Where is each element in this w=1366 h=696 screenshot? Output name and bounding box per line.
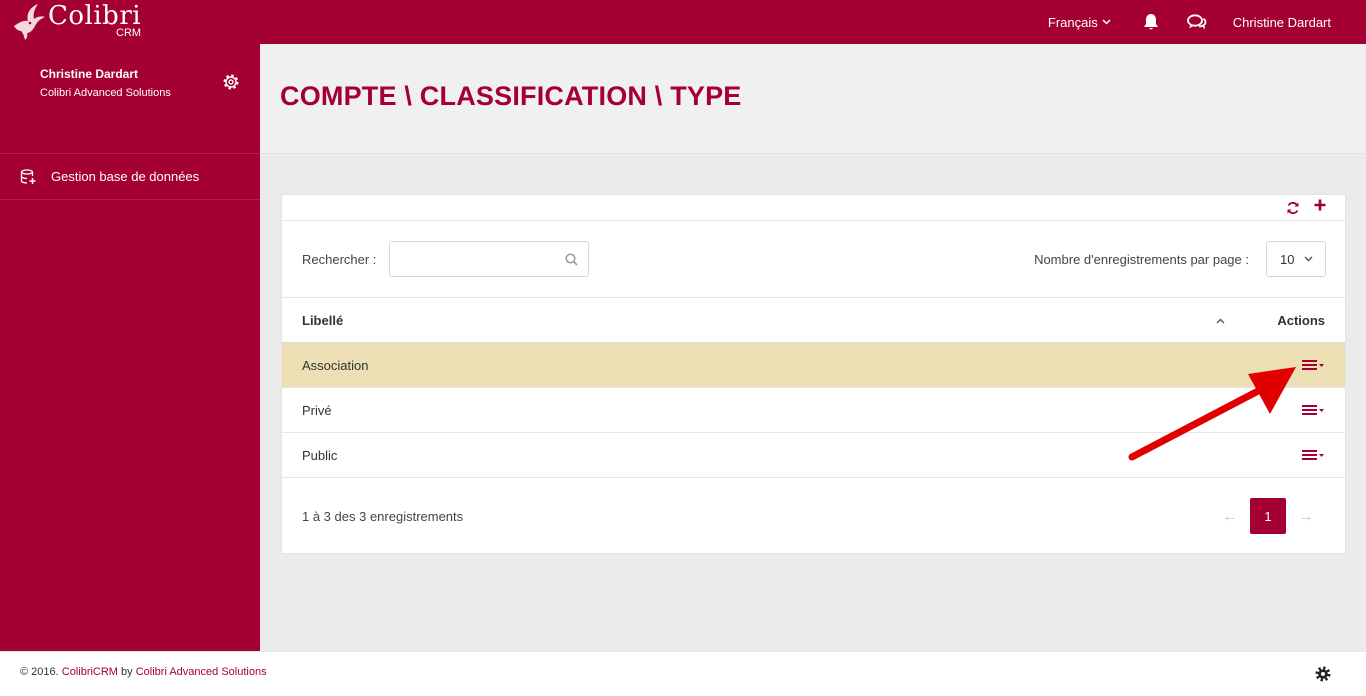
company-link[interactable]: Colibri Advanced Solutions	[136, 666, 267, 678]
page-number-button[interactable]: 1	[1250, 498, 1286, 534]
profile-company: Colibri Advanced Solutions	[40, 87, 171, 99]
app-logo[interactable]: Colibri CRM	[10, 2, 141, 42]
previous-page-button[interactable]: ←	[1220, 508, 1240, 525]
per-page-value: 10	[1280, 251, 1295, 267]
table-footer: 1 à 3 des 3 enregistrements ← 1 →	[282, 478, 1345, 554]
by-text: by	[117, 666, 136, 678]
row-label: Public	[302, 448, 338, 463]
search-label: Rechercher :	[302, 252, 377, 267]
table-filters: Rechercher : Nombre d'enregistrements pa…	[282, 221, 1345, 298]
brand-name: Colibri	[48, 1, 142, 31]
language-selector[interactable]: Français	[1048, 15, 1111, 30]
page-footer: © 2016. ColibriCRM by Colibri Advanced S…	[0, 651, 1366, 696]
sort-ascending-icon[interactable]	[1216, 318, 1225, 324]
page-title: COMPTE \ CLASSIFICATION \ TYPE	[280, 81, 742, 111]
search-icon	[565, 253, 578, 266]
column-header-actions: Actions	[1277, 313, 1325, 328]
chat-bubbles-icon	[1186, 13, 1207, 29]
refresh-icon[interactable]	[1286, 201, 1300, 215]
annotation-arrow	[1128, 367, 1296, 461]
per-page-select[interactable]: 10	[1266, 241, 1326, 277]
chevron-down-icon	[1102, 19, 1111, 25]
search-field[interactable]	[389, 241, 589, 277]
chevron-down-icon	[1304, 256, 1313, 262]
notifications-button[interactable]	[1141, 12, 1161, 32]
sidebar-profile: Christine Dardart Colibri Advanced Solut…	[0, 44, 260, 154]
pagination: ← 1 →	[1220, 498, 1316, 534]
table-header: Libellé Actions	[282, 298, 1345, 343]
next-page-button[interactable]: →	[1296, 508, 1316, 525]
sidebar: Christine Dardart Colibri Advanced Solut…	[0, 44, 260, 651]
bell-icon	[1143, 14, 1158, 30]
settings-gear-icon[interactable]	[1314, 665, 1332, 683]
row-label: Privé	[302, 403, 332, 418]
profile-name: Christine Dardart	[40, 67, 139, 81]
search-input[interactable]	[398, 242, 558, 276]
panel-toolbar	[282, 195, 1345, 221]
database-add-icon	[20, 168, 36, 184]
settings-gear-icon[interactable]	[222, 73, 240, 91]
row-label: Association	[302, 358, 369, 373]
sidebar-item-label: Gestion base de données	[51, 169, 200, 184]
messages-button[interactable]	[1186, 12, 1207, 32]
product-link[interactable]: ColibriCRM	[62, 666, 118, 678]
brand-subtitle: CRM	[116, 27, 142, 39]
hummingbird-logo-icon	[14, 4, 45, 40]
top-navbar: Colibri CRM Français Christine Dardart	[0, 0, 1366, 44]
language-label: Français	[1047, 14, 1098, 30]
user-menu[interactable]: Christine Dardart	[1233, 15, 1331, 30]
record-count: 1 à 3 des 3 enregistrements	[302, 509, 464, 524]
add-plus-icon[interactable]	[1314, 199, 1326, 211]
footer-copyright: © 2016. ColibriCRM by Colibri Advanced S…	[20, 666, 267, 678]
page-header: COMPTE \ CLASSIFICATION \ TYPE	[260, 44, 1366, 154]
sidebar-item-database-management[interactable]: Gestion base de données	[0, 154, 260, 200]
per-page-label: Nombre d'enregistrements par page :	[1034, 252, 1249, 267]
copyright-text: © 2016.	[20, 666, 62, 678]
column-header-label[interactable]: Libellé	[302, 313, 343, 328]
